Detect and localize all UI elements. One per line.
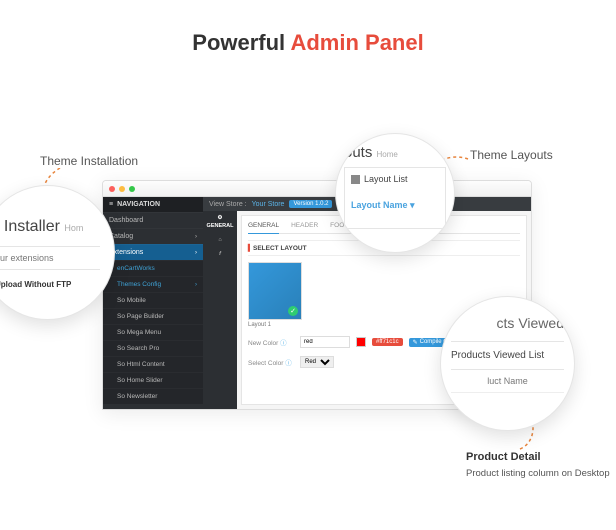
gear-icon: ⚙ xyxy=(218,215,223,221)
min-dot[interactable] xyxy=(119,186,125,192)
max-dot[interactable] xyxy=(129,186,135,192)
installer-heading: . Installer Hom xyxy=(0,218,100,236)
layout-name-link[interactable]: Layout Name ▾ xyxy=(351,200,439,211)
facebook-icon: f xyxy=(219,251,221,257)
tool-column: ⚙ GENERAL ⌂ f xyxy=(203,211,237,409)
layouts-heading: outs Home xyxy=(344,144,446,161)
sidebar-item-so-search-pro[interactable]: So Search Pro xyxy=(103,340,203,356)
installer-row: our extensions xyxy=(0,246,100,270)
sidebar-header-label: NAVIGATION xyxy=(117,201,160,208)
layout-list-title: Layout List xyxy=(351,174,439,184)
topbar-store[interactable]: Your Store xyxy=(252,201,285,208)
topbar-version: Version 1.0.2 xyxy=(289,200,332,208)
info-icon[interactable]: ⓘ xyxy=(285,360,292,367)
sidebar-item-extensions[interactable]: Extensions› xyxy=(103,244,203,260)
chevron-down-icon: ▾ xyxy=(410,200,415,210)
chevron-right-icon: › xyxy=(195,250,197,256)
color-swatch[interactable] xyxy=(356,337,366,347)
new-color-label: New Color ⓘ xyxy=(248,337,294,347)
chevron-right-icon: › xyxy=(195,234,197,240)
select-color-label: Select Color ⓘ xyxy=(248,357,294,367)
sidebar-item-catalog[interactable]: Catalog› xyxy=(103,228,203,244)
sidebar-item-so-mobile[interactable]: So Mobile xyxy=(103,292,203,308)
sidebar-item-so-mega-menu[interactable]: So Mega Menu xyxy=(103,324,203,340)
annotation-theme-layouts: Theme Layouts xyxy=(470,148,553,162)
window-chrome xyxy=(103,181,531,197)
tab-general[interactable]: GENERAL xyxy=(248,220,279,234)
layout-thumbnail[interactable]: ✓ xyxy=(248,262,302,320)
sidebar-item-themes-config[interactable]: Themes Config› xyxy=(103,276,203,292)
tool-home[interactable]: ⌂ xyxy=(218,237,221,243)
home-icon: ⌂ xyxy=(218,237,221,243)
pencil-icon: ✎ xyxy=(413,339,418,346)
annotation-detail-title: Product Detail xyxy=(466,451,610,463)
lens-installer: . Installer Hom our extensions Upload Wi… xyxy=(0,185,115,320)
sidebar-item-so-html-content[interactable]: So Html Content xyxy=(103,356,203,372)
title-a: Powerful xyxy=(192,30,285,55)
page-title: Powerful Admin Panel xyxy=(0,30,616,56)
info-icon[interactable]: ⓘ xyxy=(280,340,287,347)
installer-upload: Upload Without FTP xyxy=(0,280,100,289)
new-color-input[interactable] xyxy=(300,336,350,348)
sidebar-item-encartworks[interactable]: enCartWorks xyxy=(103,260,203,276)
sidebar-item-so-page-builder[interactable]: So Page Builder xyxy=(103,308,203,324)
tool-general[interactable]: ⚙ GENERAL xyxy=(207,215,234,229)
products-viewed-heading: cts Viewed xyxy=(451,315,564,331)
lens-layouts: outs Home Layout List Layout Name ▾ xyxy=(335,133,455,253)
sidebar-item-dashboard[interactable]: Dashboard xyxy=(103,212,203,228)
sidebar-item-so-home-slider[interactable]: So Home Slider xyxy=(103,372,203,388)
lens-products-viewed: cts Viewed Products Viewed List luct Nam… xyxy=(440,296,575,431)
chevron-right-icon: › xyxy=(195,282,197,288)
tool-general-label: GENERAL xyxy=(207,223,234,229)
topbar-label: View Store : xyxy=(209,201,247,208)
list-icon xyxy=(351,175,360,184)
check-icon: ✓ xyxy=(288,306,298,316)
sidebar-header: ≡ NAVIGATION xyxy=(103,197,203,212)
sidebar-item-so-newsletter[interactable]: So Newsletter xyxy=(103,388,203,404)
select-color-dropdown[interactable]: Red xyxy=(300,356,334,368)
color-hex-chip: #ff71c1c xyxy=(372,338,403,346)
annotation-product-detail: Product Detail Product listing column on… xyxy=(466,451,610,479)
title-b: Admin Panel xyxy=(290,30,423,55)
tool-social[interactable]: f xyxy=(219,251,221,257)
annotation-theme-installation: Theme Installation xyxy=(40,154,138,168)
tab-header[interactable]: HEADER xyxy=(291,220,318,233)
annotation-detail-sub: Product listing column on Desktop xyxy=(466,468,610,479)
products-viewed-cell: luct Name xyxy=(451,370,564,393)
products-viewed-list-title: Products Viewed List xyxy=(451,341,564,370)
sidebar: ≡ NAVIGATION DashboardCatalog›Extensions… xyxy=(103,197,203,409)
